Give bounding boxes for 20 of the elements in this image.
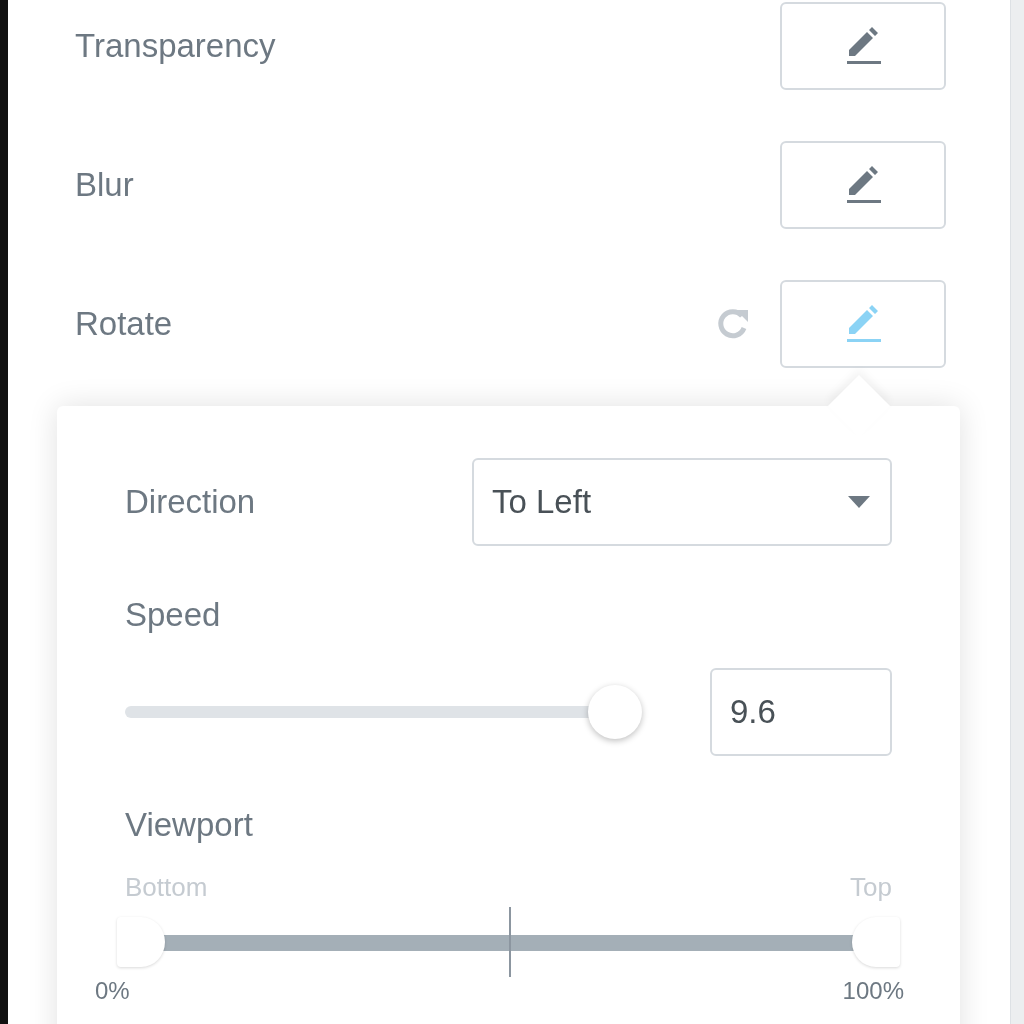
edit-button[interactable] — [780, 141, 946, 229]
slider-thumb[interactable] — [587, 685, 642, 739]
effect-label: Blur — [75, 166, 135, 204]
center-tick — [508, 907, 511, 977]
range-handle[interactable] — [852, 917, 900, 967]
range-max-label: 100% — [842, 977, 904, 1005]
speed-input[interactable]: 9.6 — [710, 668, 892, 756]
effect-label: Transparency — [75, 27, 277, 65]
effect-label: Rotate — [75, 305, 174, 343]
direction-select[interactable]: To Left — [472, 458, 892, 546]
range-min-label: 0% — [95, 977, 130, 1005]
viewport-range-slider[interactable] — [117, 907, 900, 977]
range-end-label: Top — [850, 872, 892, 903]
range-handle[interactable] — [117, 917, 165, 967]
viewport-label: Viewport — [125, 806, 254, 844]
edit-button[interactable] — [780, 2, 946, 90]
direction-label: Direction — [125, 483, 256, 521]
caret-icon — [848, 496, 870, 508]
speed-label: Speed — [125, 596, 222, 634]
range-start-label: Bottom — [125, 872, 208, 903]
